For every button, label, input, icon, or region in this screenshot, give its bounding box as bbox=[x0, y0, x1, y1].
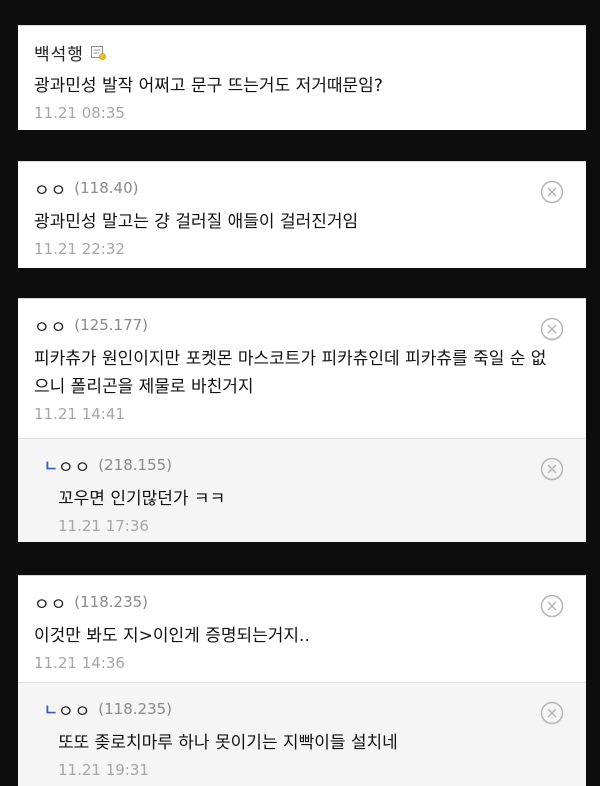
comment: ㅇㅇ (118.235) 이것만 봐도 지>이인게 증명되는거지.. 11.21… bbox=[18, 576, 586, 682]
comment-text: 광과민성 발작 어쩌고 문구 뜨는거도 저거때문임? bbox=[34, 76, 383, 96]
close-icon[interactable] bbox=[540, 701, 564, 725]
comment-date: 11.21 22:32 bbox=[34, 240, 125, 258]
comment-author[interactable]: 백석행 bbox=[34, 40, 84, 65]
comment-ip: (125.177) bbox=[74, 316, 149, 334]
comment-card: ㅇㅇ (118.40) 광과민성 말고는 걍 걸러질 애들이 걸러진거임 11.… bbox=[18, 161, 586, 268]
close-icon[interactable] bbox=[540, 594, 564, 618]
comment-text: 꼬우면 인기많던가 ㅋㅋ bbox=[58, 489, 226, 509]
comment-header: ㅇㅇ (118.235) bbox=[34, 590, 570, 615]
comment: 백석행 광과민성 발작 어쩌고 문구 뜨는거도 저거때문임? 11.21 08:… bbox=[18, 26, 586, 123]
close-icon[interactable] bbox=[540, 457, 564, 481]
reply-comment: ㄴ ㅇㅇ (118.235) 또또 좆로치마루 하나 못이기는 지빡이들 설치네… bbox=[18, 682, 586, 786]
comment-header: ㅇㅇ (218.155) bbox=[58, 453, 570, 478]
comment-date: 11.21 14:36 bbox=[34, 654, 125, 672]
comment-ip: (218.155) bbox=[98, 456, 173, 474]
comment: ㅇㅇ (118.40) 광과민성 말고는 걍 걸러질 애들이 걸러진거임 11.… bbox=[18, 162, 586, 258]
comment-header: 백석행 bbox=[34, 40, 570, 65]
comment-author[interactable]: ㅇㅇ bbox=[58, 697, 91, 722]
comment-date: 11.21 17:36 bbox=[58, 517, 149, 535]
comment-date: 11.21 14:41 bbox=[34, 405, 125, 423]
comment-card: ㅇㅇ (125.177) 피카츄가 원인이지만 포켓몬 마스코트가 피카츄인데 … bbox=[18, 298, 586, 542]
comment-ip: (118.40) bbox=[74, 179, 139, 197]
reply-comment: ㄴ ㅇㅇ (218.155) 꼬우면 인기많던가 ㅋㅋ 11.21 17:36 bbox=[18, 438, 586, 542]
comment-author[interactable]: ㅇㅇ bbox=[34, 176, 67, 201]
comment-header: ㅇㅇ (118.235) bbox=[58, 697, 570, 722]
reply-mark: ㄴ bbox=[44, 701, 58, 719]
comment-date: 11.21 19:31 bbox=[58, 761, 149, 779]
comment-card: ㅇㅇ (118.235) 이것만 봐도 지>이인게 증명되는거지.. 11.21… bbox=[18, 575, 586, 786]
comment-text: 피카츄가 원인이지만 포켓몬 마스코트가 피카츄인데 피카츄를 죽일 순 없으니… bbox=[34, 349, 547, 397]
comment-header: ㅇㅇ (118.40) bbox=[34, 176, 570, 201]
comment-card: 백석행 광과민성 발작 어쩌고 문구 뜨는거도 저거때문임? 11.21 08:… bbox=[18, 25, 586, 130]
close-icon[interactable] bbox=[540, 180, 564, 204]
comment-author[interactable]: ㅇㅇ bbox=[34, 313, 67, 338]
comment-author[interactable]: ㅇㅇ bbox=[34, 590, 67, 615]
comment-ip: (118.235) bbox=[74, 593, 149, 611]
memo-icon bbox=[90, 44, 106, 60]
comment: ㅇㅇ (125.177) 피카츄가 원인이지만 포켓몬 마스코트가 피카츄인데 … bbox=[18, 299, 586, 438]
reply-mark: ㄴ bbox=[44, 457, 58, 475]
comment-text: 또또 좆로치마루 하나 못이기는 지빡이들 설치네 bbox=[58, 733, 398, 753]
comment-header: ㅇㅇ (125.177) bbox=[34, 313, 570, 338]
comment-author[interactable]: ㅇㅇ bbox=[58, 453, 91, 478]
comment-date: 11.21 08:35 bbox=[34, 104, 125, 122]
comment-ip: (118.235) bbox=[98, 700, 173, 718]
comment-text: 광과민성 말고는 걍 걸러질 애들이 걸러진거임 bbox=[34, 212, 359, 232]
comment-text: 이것만 봐도 지>이인게 증명되는거지.. bbox=[34, 626, 310, 646]
close-icon[interactable] bbox=[540, 317, 564, 341]
